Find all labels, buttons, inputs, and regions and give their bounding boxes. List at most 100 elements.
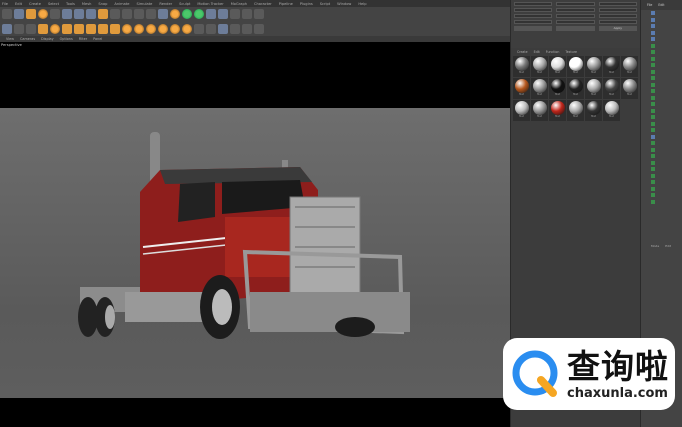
viewport-menu-options[interactable]: Options [60, 37, 73, 41]
menu-item-simulate[interactable]: Simulate [136, 2, 152, 6]
toolbar-icon[interactable] [86, 23, 96, 34]
toolbar-icon[interactable] [38, 23, 48, 34]
toolbar-icon[interactable] [158, 9, 168, 19]
toolbar-icon[interactable] [86, 9, 96, 19]
material-swatch[interactable]: Mat [621, 78, 638, 99]
toolbar-icon[interactable] [14, 9, 24, 19]
material-swatch[interactable]: Mat [585, 78, 602, 99]
material-swatch[interactable]: Mat [513, 56, 530, 77]
toolbar-icon[interactable] [230, 9, 240, 19]
material-swatch[interactable]: Mat [585, 56, 602, 77]
menu-item-sculpt[interactable]: Sculpt [179, 2, 190, 6]
toolbar-icon[interactable] [26, 23, 36, 34]
viewport-perspective[interactable]: Perspective [0, 42, 510, 427]
material-menu-edit[interactable]: Edit [534, 50, 540, 54]
field[interactable] [556, 20, 595, 24]
toolbar-icon[interactable] [194, 23, 204, 34]
toolbar-icon[interactable] [98, 9, 108, 19]
menu-item-window[interactable]: Window [337, 2, 351, 6]
menu-item-create[interactable]: Create [29, 2, 41, 6]
field[interactable] [514, 14, 553, 18]
menu-item-character[interactable]: Character [254, 2, 272, 6]
menu-item-render[interactable]: Render [159, 2, 172, 6]
material-swatch[interactable]: Mat [513, 78, 530, 99]
toolbar-icon[interactable] [206, 9, 216, 19]
toolbar-icon[interactable] [122, 9, 132, 19]
material-swatch[interactable]: Mat [603, 78, 620, 99]
material-menu-function[interactable]: Function [546, 50, 560, 54]
toolbar-icon[interactable] [50, 9, 60, 19]
toolbar-icon[interactable] [206, 23, 216, 34]
toolbar-icon[interactable] [98, 23, 108, 34]
material-swatch[interactable]: Mat [567, 56, 584, 77]
toolbar-icon[interactable] [62, 23, 72, 34]
menu-item-tools[interactable]: Tools [66, 2, 75, 6]
toolbar-icon[interactable] [2, 23, 12, 34]
menu-item-motion-tracker[interactable]: Motion Tracker [197, 2, 223, 6]
toolbar-icon[interactable] [158, 23, 168, 34]
material-swatch[interactable]: Mat [531, 78, 548, 99]
material-swatch[interactable]: Mat [513, 100, 530, 121]
field[interactable] [556, 2, 595, 6]
menu-item-animate[interactable]: Animate [114, 2, 129, 6]
toolbar-icon[interactable] [14, 23, 24, 34]
object-menu-file[interactable]: File [647, 3, 652, 7]
toolbar-icon[interactable] [254, 23, 264, 34]
field[interactable] [598, 8, 637, 12]
menu-item-mesh[interactable]: Mesh [82, 2, 91, 6]
toolbar-icon[interactable] [74, 9, 84, 19]
apply-button[interactable]: Apply [598, 26, 637, 31]
menu-item-help[interactable]: Help [358, 2, 366, 6]
material-swatch[interactable]: Mat [531, 100, 548, 121]
toolbar-icon[interactable] [182, 23, 192, 34]
menu-item-snap[interactable]: Snap [98, 2, 107, 6]
material-swatch[interactable]: Mat [549, 78, 566, 99]
viewport-menu-panel[interactable]: Panel [93, 37, 102, 41]
toolbar-icon[interactable] [122, 23, 132, 34]
material-swatch[interactable]: Mat [603, 56, 620, 77]
material-swatch[interactable]: Mat [549, 56, 566, 77]
viewport-menu-cameras[interactable]: Cameras [20, 37, 35, 41]
material-swatch[interactable]: Mat [567, 100, 584, 121]
material-swatch[interactable]: Mat [603, 100, 620, 121]
material-swatch[interactable]: Mat [621, 56, 638, 77]
menu-item-pipeline[interactable]: Pipeline [279, 2, 293, 6]
toolbar-icon[interactable] [26, 9, 36, 19]
viewport-menu-display[interactable]: Display [41, 37, 54, 41]
toolbar-icon[interactable] [134, 23, 144, 34]
object-footer-mode[interactable]: Mode [651, 244, 659, 248]
toolbar-icon[interactable] [254, 9, 264, 19]
menu-item-script[interactable]: Script [320, 2, 330, 6]
menu-item-file[interactable]: File [2, 2, 8, 6]
toolbar-icon[interactable] [194, 9, 204, 19]
toolbar-icon[interactable] [134, 9, 144, 19]
field[interactable] [598, 20, 637, 24]
menu-item-mograph[interactable]: MoGraph [231, 2, 247, 6]
toolbar-icon[interactable] [218, 23, 228, 34]
toolbar-icon[interactable] [146, 23, 156, 34]
toolbar-icon[interactable] [2, 9, 12, 19]
toolbar-icon[interactable] [230, 23, 240, 34]
field[interactable] [556, 8, 595, 12]
toolbar-icon[interactable] [38, 9, 48, 19]
menu-item-plugins[interactable]: Plugins [300, 2, 313, 6]
toolbar-icon[interactable] [170, 9, 180, 19]
menu-item-select[interactable]: Select [48, 2, 59, 6]
toolbar-icon[interactable] [110, 9, 120, 19]
material-menu-texture[interactable]: Texture [565, 50, 577, 54]
toolbar-icon[interactable] [170, 23, 180, 34]
viewport-menu-view[interactable]: View [6, 37, 14, 41]
object-menu-edit[interactable]: Edit [658, 3, 664, 7]
toolbar-icon[interactable] [242, 9, 252, 19]
material-menu-create[interactable]: Create [517, 50, 528, 54]
material-swatch[interactable]: Mat [567, 78, 584, 99]
field[interactable] [556, 14, 595, 18]
toolbar-icon[interactable] [62, 9, 72, 19]
toolbar-icon[interactable] [218, 9, 228, 19]
field[interactable] [514, 8, 553, 12]
toolbar-icon[interactable] [74, 23, 84, 34]
viewport-menu-filter[interactable]: Filter [79, 37, 87, 41]
dropdown[interactable] [556, 26, 595, 31]
object-row[interactable] [641, 199, 682, 206]
material-swatch[interactable]: Mat [531, 56, 548, 77]
